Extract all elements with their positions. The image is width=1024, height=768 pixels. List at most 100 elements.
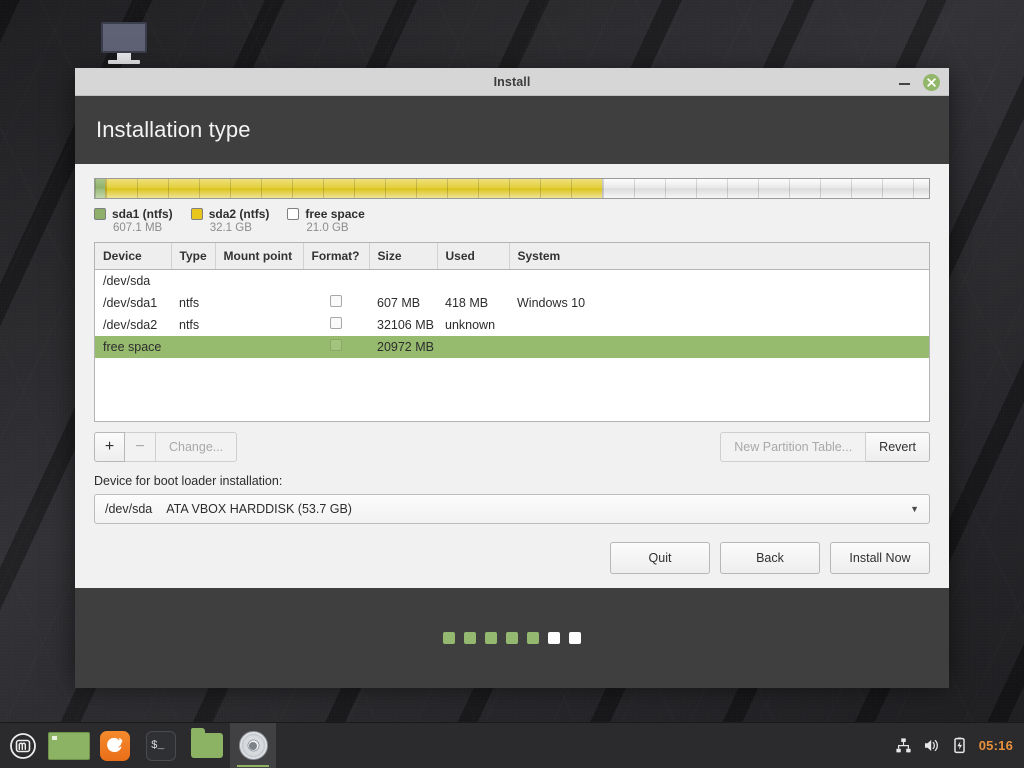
cell-device: /dev/sda bbox=[95, 270, 171, 292]
format-checkbox[interactable] bbox=[330, 317, 342, 329]
column-header-used[interactable]: Used bbox=[437, 243, 509, 270]
column-header-system[interactable]: System bbox=[509, 243, 929, 270]
firefox-icon[interactable] bbox=[92, 723, 138, 768]
minimize-icon[interactable] bbox=[898, 76, 911, 89]
cell-format bbox=[303, 292, 369, 314]
progress-dot-completed bbox=[485, 632, 497, 644]
legend-size: 607.1 MB bbox=[113, 222, 173, 234]
table-row[interactable]: /dev/sda1ntfs607 MB418 MBWindows 10 bbox=[95, 292, 929, 314]
legend-size: 32.1 GB bbox=[210, 222, 270, 234]
close-icon[interactable] bbox=[923, 74, 940, 91]
firefox-glyph bbox=[100, 731, 130, 761]
cell-mount-point bbox=[215, 292, 303, 314]
cell-system bbox=[509, 314, 929, 336]
taskbar-items: $_ bbox=[0, 723, 276, 768]
window-header: Installation type bbox=[75, 96, 949, 164]
system-tray: 05:16 bbox=[895, 723, 1024, 768]
cell-mount-point bbox=[215, 270, 303, 292]
file-manager-icon[interactable] bbox=[184, 723, 230, 768]
legend-item: sda1 (ntfs)607.1 MB bbox=[94, 207, 173, 237]
legend-swatch-icon bbox=[94, 208, 106, 220]
new-partition-table-button[interactable]: New Partition Table... bbox=[720, 432, 866, 462]
revert-button[interactable]: Revert bbox=[866, 432, 930, 462]
partition-usage-bar bbox=[94, 178, 930, 199]
partition-segment-free-space bbox=[602, 179, 929, 198]
partition-legend: sda1 (ntfs)607.1 MB sda2 (ntfs)32.1 GB fre… bbox=[94, 207, 930, 237]
progress-dot-completed bbox=[506, 632, 518, 644]
desktop: Install Installation type sda1 (ntfs)607… bbox=[0, 0, 1024, 768]
window-titlebar[interactable]: Install bbox=[75, 68, 949, 96]
clock[interactable]: 05:16 bbox=[979, 738, 1013, 753]
format-checkbox[interactable] bbox=[330, 339, 342, 351]
cell-format bbox=[303, 270, 369, 292]
install-window: Install Installation type sda1 (ntfs)607… bbox=[75, 68, 949, 681]
column-header-format[interactable]: Format? bbox=[303, 243, 369, 270]
terminal-glyph: $_ bbox=[146, 731, 176, 761]
cell-format bbox=[303, 336, 369, 358]
legend-size: 21.0 GB bbox=[306, 222, 364, 234]
cell-type bbox=[171, 336, 215, 358]
partition-edit-group: + − Change... bbox=[94, 432, 237, 462]
table-empty-area bbox=[95, 358, 929, 422]
folder-glyph bbox=[191, 733, 223, 758]
legend-item-header: sda2 (ntfs) bbox=[191, 207, 270, 221]
terminal-icon[interactable]: $_ bbox=[138, 723, 184, 768]
legend-item: free space21.0 GB bbox=[287, 207, 364, 237]
cell-system: Windows 10 bbox=[509, 292, 929, 314]
chevron-down-icon: ▼ bbox=[910, 504, 919, 514]
column-header-size[interactable]: Size bbox=[369, 243, 437, 270]
taskbar: $_ bbox=[0, 722, 1024, 768]
window-title: Install bbox=[75, 75, 949, 89]
format-checkbox[interactable] bbox=[330, 295, 342, 307]
bootloader-label: Device for boot loader installation: bbox=[94, 474, 930, 488]
legend-swatch-icon bbox=[287, 208, 299, 220]
network-glyph bbox=[895, 737, 912, 754]
install-now-button[interactable]: Install Now bbox=[830, 542, 930, 574]
table-row[interactable]: free space 20972 MB bbox=[95, 336, 929, 358]
column-header-type[interactable]: Type bbox=[171, 243, 215, 270]
cell-size: 32106 MB bbox=[369, 314, 437, 336]
network-icon[interactable] bbox=[895, 737, 912, 754]
computer-icon[interactable] bbox=[98, 22, 150, 68]
column-header-mount-point[interactable]: Mount point bbox=[215, 243, 303, 270]
mint-logo-glyph bbox=[9, 732, 37, 760]
partition-segment-sda1 bbox=[95, 179, 105, 198]
progress-dot-completed bbox=[527, 632, 539, 644]
window-buttons bbox=[898, 68, 940, 96]
volume-icon[interactable] bbox=[923, 737, 940, 754]
cell-device: free space bbox=[95, 336, 171, 358]
installer-disc-icon[interactable] bbox=[230, 723, 276, 768]
legend-label: free space bbox=[305, 207, 364, 221]
progress-dot-completed bbox=[464, 632, 476, 644]
change-partition-button[interactable]: Change... bbox=[156, 432, 237, 462]
partition-table-container[interactable]: DeviceTypeMount pointFormat?SizeUsedSyst… bbox=[94, 242, 930, 422]
cell-size: 20972 MB bbox=[369, 336, 437, 358]
legend-label: sda1 (ntfs) bbox=[112, 207, 173, 221]
table-row[interactable]: /dev/sda bbox=[95, 270, 929, 292]
linux-mint-menu-icon[interactable] bbox=[0, 723, 46, 768]
remove-partition-button[interactable]: − bbox=[125, 432, 156, 462]
close-x-glyph bbox=[927, 78, 936, 87]
cell-size: 607 MB bbox=[369, 292, 437, 314]
cell-type bbox=[171, 270, 215, 292]
add-partition-button[interactable]: + bbox=[94, 432, 125, 462]
bootloader-device-description: ATA VBOX HARDDISK (53.7 GB) bbox=[166, 502, 352, 516]
table-row[interactable]: /dev/sda2ntfs32106 MBunknown bbox=[95, 314, 929, 336]
cell-device: /dev/sda1 bbox=[95, 292, 171, 314]
quit-button[interactable]: Quit bbox=[610, 542, 710, 574]
cell-system bbox=[509, 336, 929, 358]
cell-system bbox=[509, 270, 929, 292]
window-list-icon[interactable] bbox=[46, 723, 92, 768]
legend-item-header: sda1 (ntfs) bbox=[94, 207, 173, 221]
bootloader-device-select[interactable]: /dev/sda ATA VBOX HARDDISK (53.7 GB) ▼ bbox=[94, 494, 930, 524]
partition-table: DeviceTypeMount pointFormat?SizeUsedSyst… bbox=[95, 243, 929, 358]
battery-icon[interactable] bbox=[951, 737, 968, 754]
firefox-fox-glyph bbox=[104, 735, 126, 757]
column-header-device[interactable]: Device bbox=[95, 243, 171, 270]
progress-dots bbox=[75, 588, 949, 688]
cell-device: /dev/sda2 bbox=[95, 314, 171, 336]
progress-dot-pending bbox=[569, 632, 581, 644]
cell-format bbox=[303, 314, 369, 336]
back-button[interactable]: Back bbox=[720, 542, 820, 574]
monitor-base bbox=[108, 60, 140, 64]
